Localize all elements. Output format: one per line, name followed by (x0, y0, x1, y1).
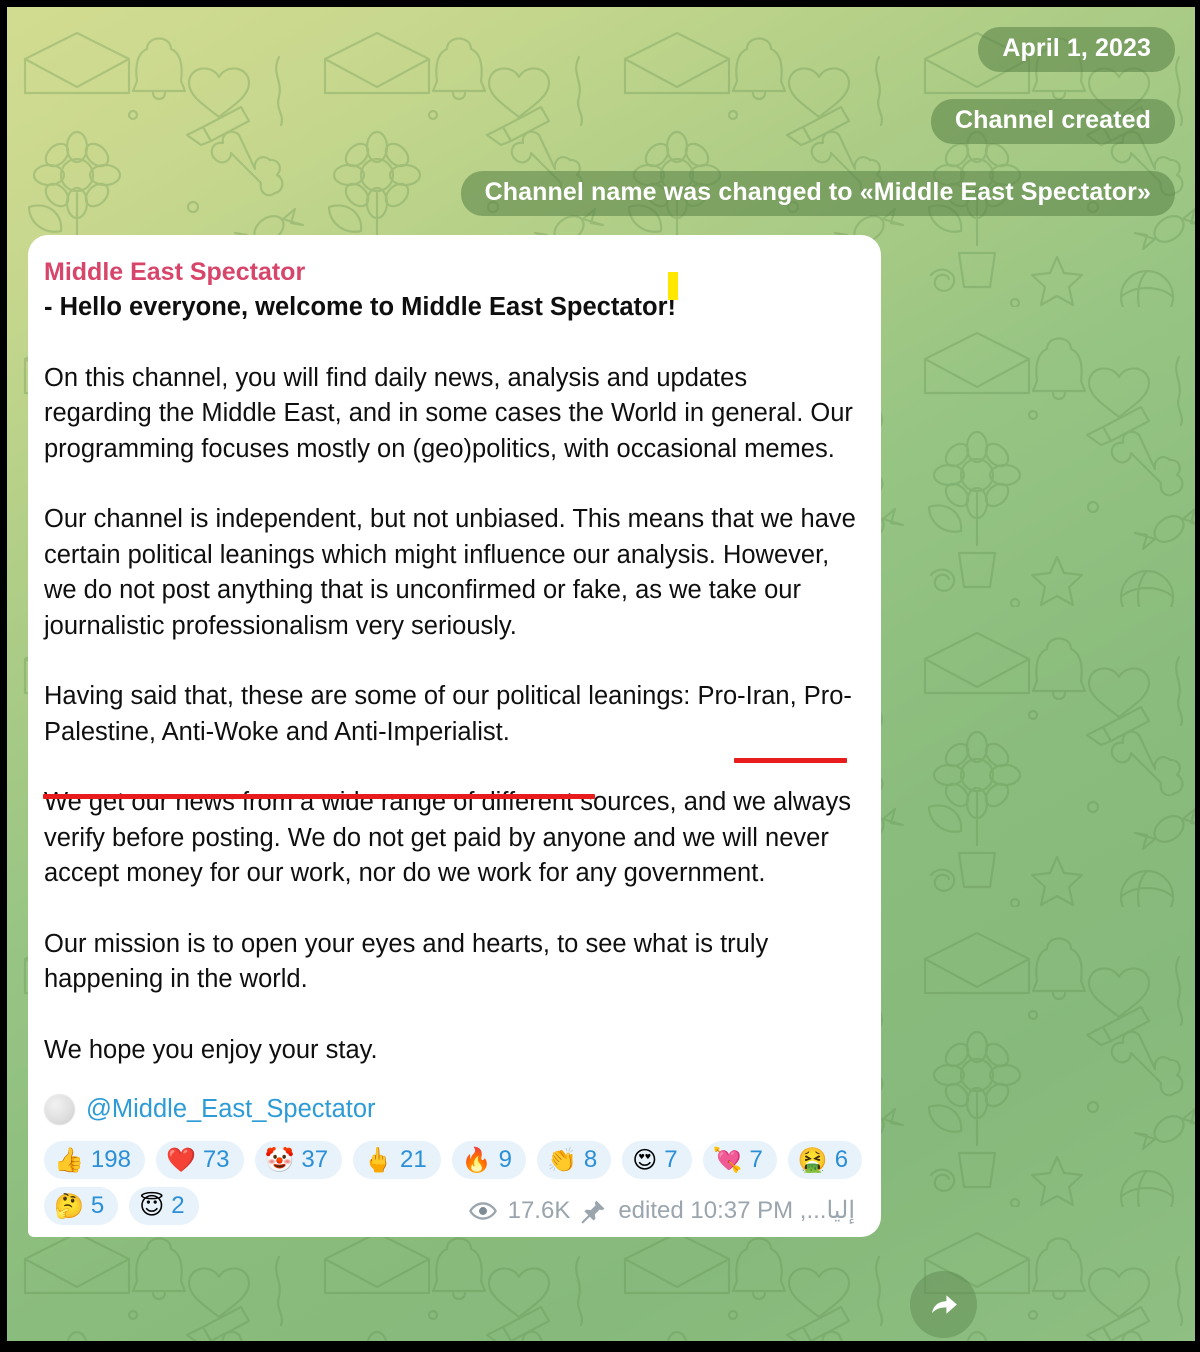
red-underline-pro-iran (734, 758, 847, 763)
halo-face-icon: 😇 (139, 1191, 165, 1220)
service-pill-channel-created: Channel created (930, 99, 1175, 144)
thinking-face-icon: 🤔 (54, 1191, 84, 1220)
message-meta: 17.6K edited 10:37 PM ,...إليا (468, 1196, 855, 1225)
reaction-halo-face[interactable]: 😇 2 (129, 1187, 199, 1226)
reaction-count: 73 (202, 1145, 230, 1173)
message-paragraph-3: Having said that, these are some of our … (44, 682, 852, 746)
middle-finger-icon: 🖕 (363, 1145, 394, 1174)
channel-handle-link[interactable]: @Middle_East_Spectator (86, 1094, 376, 1125)
reaction-count: 37 (301, 1145, 329, 1173)
service-message-channel-renamed: Channel name was changed to «Middle East… (7, 171, 1195, 216)
service-pill-channel-renamed: Channel name was changed to «Middle East… (460, 171, 1175, 216)
message-bubble[interactable]: Middle East Spectator - Hello everyone, … (28, 235, 881, 1238)
reaction-count: 6 (834, 1145, 849, 1173)
message-paragraph-1: On this channel, you will find daily new… (44, 363, 860, 463)
reaction-clown-face[interactable]: 🤡 37 (254, 1141, 343, 1180)
broken-heart-icon: 💘 (712, 1145, 743, 1174)
service-message-channel-created: Channel created (7, 99, 1195, 144)
fire-icon: 🔥 (461, 1145, 492, 1174)
vomiting-face-icon: 🤮 (797, 1145, 828, 1174)
chat-wallpaper: April 1, 2023 Channel created Channel na… (7, 7, 1195, 1341)
reaction-thinking-face[interactable]: 🤔 5 (44, 1187, 119, 1226)
clown-face-icon: 🤡 (264, 1145, 295, 1174)
thumbs-up-icon: 👍 (54, 1145, 84, 1174)
edited-timestamp: edited 10:37 PM ,...إليا (618, 1197, 855, 1225)
view-count: 17.6K (507, 1196, 571, 1224)
pin-icon (581, 1198, 607, 1224)
service-pill-date: April 1, 2023 (978, 27, 1175, 72)
reaction-count: 8 (583, 1145, 598, 1173)
reaction-thumbs-up[interactable]: 👍 198 (44, 1141, 145, 1180)
yellow-highlight-mark (668, 272, 678, 300)
red-underline-leanings (43, 794, 595, 799)
telegram-screenshot: April 1, 2023 Channel created Channel na… (0, 0, 1200, 1352)
reaction-count: 7 (749, 1145, 763, 1173)
reaction-count: 198 (90, 1145, 131, 1173)
reaction-count: 7 (664, 1145, 678, 1173)
reaction-middle-finger[interactable]: 🖕 21 (353, 1141, 441, 1180)
reaction-count: 5 (90, 1191, 105, 1219)
forward-arrow-icon (931, 1294, 957, 1314)
blurred-emoji-icon (44, 1094, 75, 1126)
reaction-count: 21 (400, 1145, 427, 1173)
message-paragraph-2: Our channel is independent, but not unbi… (44, 505, 863, 640)
reaction-red-heart[interactable]: ❤️ 73 (155, 1141, 244, 1180)
red-heart-icon: ❤️ (165, 1145, 196, 1174)
reaction-count: 2 (171, 1191, 185, 1219)
forward-button[interactable] (910, 1271, 977, 1338)
message-paragraph-6: We hope you enjoy your stay. (44, 1035, 378, 1064)
message-paragraph-5: Our mission is to open your eyes and hea… (44, 929, 776, 994)
eye-icon (468, 1197, 497, 1225)
message-headline: - Hello everyone, welcome to Middle East… (44, 293, 676, 322)
clapping-hands-icon: 👏 (546, 1145, 577, 1174)
reaction-vomiting-face[interactable]: 🤮 6 (787, 1141, 863, 1180)
reaction-clapping-hands[interactable]: 👏 8 (536, 1141, 612, 1180)
channel-handle-row: @Middle_East_Spectator (44, 1094, 857, 1126)
service-message-date: April 1, 2023 (7, 27, 1195, 72)
reaction-heart-eyes[interactable]: 😍 7 (622, 1141, 692, 1180)
reaction-count: 9 (498, 1145, 512, 1173)
message-paragraph-4: We get our news from a wide range of dif… (44, 788, 859, 888)
reaction-broken-heart[interactable]: 💘 7 (702, 1141, 777, 1180)
heart-eyes-icon: 😍 (632, 1145, 658, 1174)
message-author-name[interactable]: Middle East Spectator (44, 257, 857, 288)
reaction-fire[interactable]: 🔥 9 (451, 1141, 526, 1180)
